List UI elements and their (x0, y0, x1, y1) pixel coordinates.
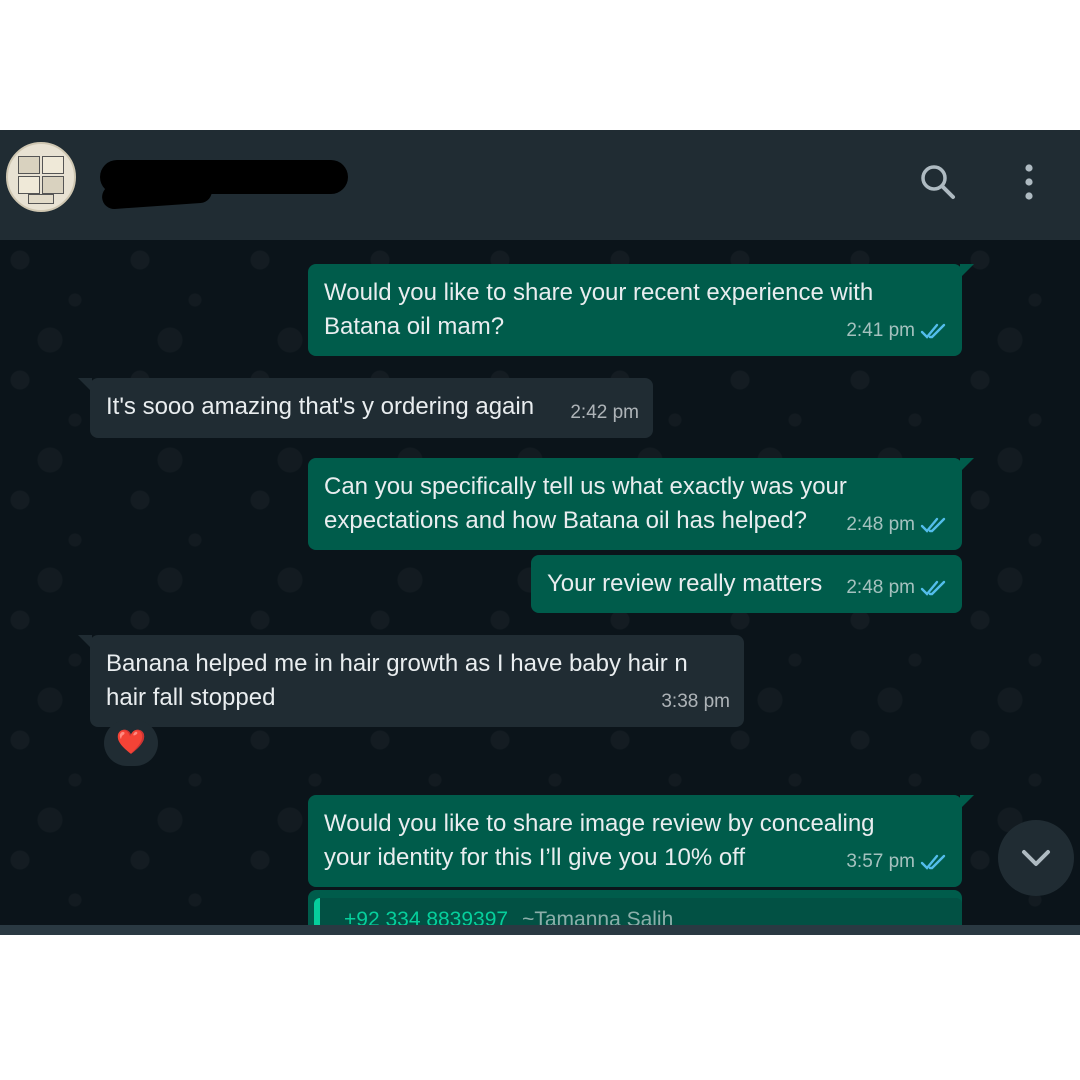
message-bubble-outgoing[interactable]: Would you like to share image review by … (308, 795, 974, 887)
heart-icon: ❤️ (116, 729, 146, 756)
double-check-read-icon (920, 323, 946, 339)
message-meta: 2:42 pm (570, 396, 639, 430)
message-meta: 2:41 pm (846, 314, 948, 348)
message-bubble-incoming[interactable]: Banana helped me in hair growth as I hav… (78, 635, 744, 727)
window-bottom-edge (0, 925, 1080, 935)
message-meta: 2:48 pm (846, 571, 948, 605)
message-text: It's sooo amazing that's y ordering agai… (106, 393, 535, 420)
message-meta: 3:57 pm (846, 845, 948, 879)
more-vertical-icon (1025, 164, 1033, 200)
chevron-down-icon (1022, 850, 1050, 866)
menu-button[interactable] (1005, 158, 1053, 206)
contact-avatar[interactable] (6, 142, 76, 212)
heart-reaction-badge[interactable]: ❤️ (104, 720, 158, 766)
double-check-read-icon (920, 580, 946, 596)
message-meta: 3:38 pm (661, 685, 730, 719)
message-bubble-incoming[interactable]: It's sooo amazing that's y ordering agai… (78, 378, 653, 438)
message-time: 2:48 pm (846, 514, 915, 535)
message-time: 3:38 pm (661, 691, 730, 712)
message-bubble-outgoing[interactable]: Would you like to share your recent expe… (308, 264, 974, 356)
message-meta: 2:48 pm (846, 508, 948, 542)
scroll-down-button[interactable] (998, 820, 1074, 896)
chat-header (0, 130, 1080, 240)
chat-window: Would you like to share your recent expe… (0, 130, 1080, 935)
double-check-read-icon (920, 854, 946, 870)
message-list[interactable]: Would you like to share your recent expe… (0, 240, 1080, 935)
double-check-read-icon (920, 517, 946, 533)
message-bubble-outgoing[interactable]: Your review really matters 2:48 pm (531, 555, 962, 613)
message-time: 3:57 pm (846, 851, 915, 872)
message-text: Banana helped me in hair growth as I hav… (106, 650, 688, 711)
message-time: 2:41 pm (846, 320, 915, 341)
message-bubble-outgoing[interactable]: Can you specifically tell us what exactl… (308, 458, 974, 550)
search-icon (921, 165, 955, 199)
message-time: 2:48 pm (846, 577, 915, 598)
message-time: 2:42 pm (570, 402, 639, 423)
search-button[interactable] (914, 158, 962, 206)
